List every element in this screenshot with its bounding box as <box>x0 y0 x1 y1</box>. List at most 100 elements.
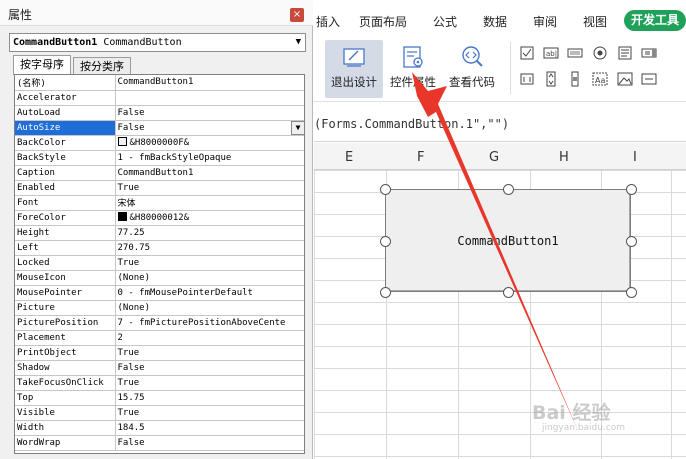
property-value[interactable]: 184.5 <box>115 420 304 436</box>
column-header-g[interactable]: G <box>489 150 499 165</box>
property-name[interactable]: AutoLoad <box>15 105 116 121</box>
property-name[interactable]: ForeColor <box>15 210 116 226</box>
property-name[interactable]: Visible <box>15 405 116 421</box>
label-control-icon[interactable]: Aa <box>592 71 608 87</box>
property-name[interactable]: MousePointer <box>15 285 116 301</box>
property-name[interactable]: MouseIcon <box>15 270 116 286</box>
resize-handle-top-left[interactable] <box>380 184 391 195</box>
property-value[interactable]: 宋体 <box>115 195 304 211</box>
property-value[interactable]: False <box>115 435 304 451</box>
view-code-button[interactable]: 查看代码 <box>446 40 498 98</box>
property-value[interactable]: True <box>115 345 304 361</box>
option-button-control-icon[interactable] <box>592 45 608 61</box>
formula-text[interactable]: (Forms.CommandButton.1","") <box>314 117 509 131</box>
property-row[interactable]: Picture (None) <box>15 300 304 316</box>
property-name[interactable]: Left <box>15 240 116 256</box>
property-name[interactable]: WordWrap <box>15 435 116 451</box>
resize-handle-top-right[interactable] <box>626 184 637 195</box>
command-button-control-icon[interactable] <box>567 45 583 61</box>
column-header-e[interactable]: E <box>345 150 353 165</box>
tab-categorized[interactable]: 按分类序 <box>73 57 131 74</box>
property-row[interactable]: Left 270.75 <box>15 240 304 256</box>
property-row[interactable]: Accelerator <box>15 90 304 106</box>
tab-formulas[interactable]: 公式 <box>433 13 457 30</box>
property-value[interactable]: False <box>115 105 304 121</box>
property-name[interactable]: PrintObject <box>15 345 116 361</box>
property-row[interactable]: MousePointer 0 - fmMousePointerDefault <box>15 285 304 301</box>
property-value[interactable]: True <box>115 255 304 271</box>
tab-review[interactable]: 审阅 <box>533 13 557 30</box>
more-controls-icon[interactable] <box>641 71 657 87</box>
tab-insert[interactable]: 插入 <box>316 13 340 30</box>
property-name[interactable]: Accelerator <box>15 90 116 106</box>
textbox-control-icon[interactable]: ab| <box>543 45 559 61</box>
property-row[interactable]: AutoSize False ▼ <box>15 120 304 136</box>
property-row[interactable]: Enabled True <box>15 180 304 196</box>
resize-handle-bottom[interactable] <box>503 287 514 298</box>
property-name[interactable]: BackStyle <box>15 150 116 166</box>
property-name[interactable]: Locked <box>15 255 116 271</box>
chevron-down-icon[interactable]: ▼ <box>291 120 304 134</box>
exit-design-button[interactable]: 退出设计 <box>325 40 383 98</box>
property-row[interactable]: AutoLoad False <box>15 105 304 121</box>
property-value[interactable]: 2 <box>115 330 304 346</box>
property-name[interactable]: Caption <box>15 165 116 181</box>
property-value[interactable]: CommandButton1 <box>115 165 304 181</box>
property-name[interactable]: Enabled <box>15 180 116 196</box>
property-row[interactable]: WordWrap False <box>15 435 304 451</box>
property-value[interactable]: True <box>115 180 304 196</box>
property-row[interactable]: Shadow False <box>15 360 304 376</box>
resize-handle-bottom-right[interactable] <box>626 287 637 298</box>
property-row[interactable]: PicturePosition 7 - fmPicturePositionAbov… <box>15 315 304 331</box>
toggle-button-control-icon[interactable] <box>519 71 535 87</box>
property-value[interactable]: True <box>115 375 304 391</box>
property-name[interactable]: Height <box>15 225 116 241</box>
tab-developer[interactable]: 开发工具 <box>624 10 686 31</box>
column-header-h[interactable]: H <box>559 150 569 165</box>
object-selector[interactable]: CommandButton1 CommandButton ▼ <box>9 33 306 52</box>
property-value[interactable]: False <box>115 360 304 376</box>
listbox-control-icon[interactable] <box>617 45 633 61</box>
property-value[interactable]: 0 - fmMousePointerDefault <box>115 285 304 301</box>
tab-data[interactable]: 数据 <box>483 13 507 30</box>
tab-page-layout[interactable]: 页面布局 <box>359 13 407 30</box>
column-header-i[interactable]: I <box>633 150 637 165</box>
chevron-down-icon[interactable]: ▼ <box>296 34 301 51</box>
property-name[interactable]: Shadow <box>15 360 116 376</box>
property-name[interactable]: TakeFocusOnClick <box>15 375 116 391</box>
property-value[interactable]: 270.75 <box>115 240 304 256</box>
property-row[interactable]: Caption CommandButton1 <box>15 165 304 181</box>
property-value[interactable]: (None) <box>115 300 304 316</box>
command-button-control[interactable]: CommandButton1 <box>385 189 631 292</box>
resize-handle-left[interactable] <box>380 236 391 247</box>
property-name[interactable]: Placement <box>15 330 116 346</box>
property-row[interactable]: PrintObject True <box>15 345 304 361</box>
resize-handle-bottom-left[interactable] <box>380 287 391 298</box>
property-row[interactable]: ForeColor &H80000012& <box>15 210 304 226</box>
tab-alphabetic[interactable]: 按字母序 <box>13 55 71 75</box>
checkbox-control-icon[interactable] <box>519 45 535 61</box>
property-name[interactable]: (名称) <box>15 75 116 91</box>
combobox-control-icon[interactable] <box>641 45 657 61</box>
control-properties-button[interactable]: 控件属性 <box>386 40 440 98</box>
property-value[interactable]: 1 - fmBackStyleOpaque <box>115 150 304 166</box>
property-row[interactable]: Height 77.25 <box>15 225 304 241</box>
property-value[interactable]: &H8000000F& <box>115 135 304 151</box>
image-control-icon[interactable] <box>617 71 633 87</box>
scrollbar-control-icon[interactable] <box>567 71 583 87</box>
property-value[interactable]: False ▼ <box>115 120 304 136</box>
property-value[interactable]: 15.75 <box>115 390 304 406</box>
property-row[interactable]: Top 15.75 <box>15 390 304 406</box>
column-header-f[interactable]: F <box>417 150 424 165</box>
property-value[interactable]: &H80000012& <box>115 210 304 226</box>
property-row[interactable]: Locked True <box>15 255 304 271</box>
property-name[interactable]: Font <box>15 195 116 211</box>
property-row[interactable]: MouseIcon (None) <box>15 270 304 286</box>
tab-view[interactable]: 视图 <box>583 13 607 30</box>
property-value[interactable]: 77.25 <box>115 225 304 241</box>
resize-handle-right[interactable] <box>626 236 637 247</box>
property-name[interactable]: Width <box>15 420 116 436</box>
property-name[interactable]: Picture <box>15 300 116 316</box>
property-name[interactable]: BackColor <box>15 135 116 151</box>
property-row[interactable]: Font 宋体 <box>15 195 304 211</box>
